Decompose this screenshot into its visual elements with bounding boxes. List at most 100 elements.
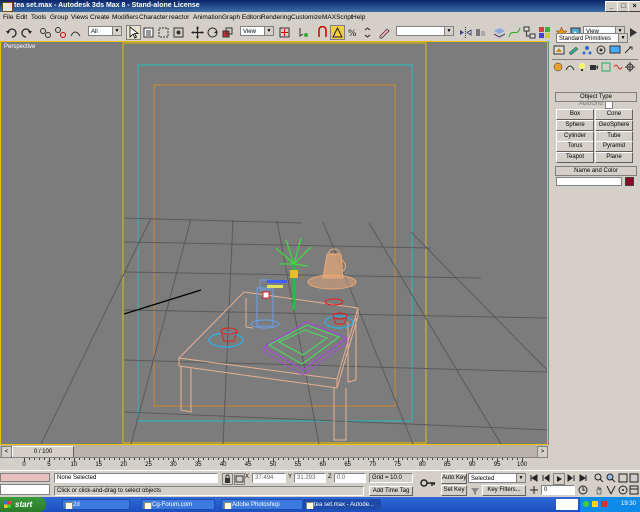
object-color-swatch[interactable] [625, 177, 634, 186]
menu-edit[interactable]: Edit [16, 13, 27, 22]
scale-icon[interactable] [220, 25, 235, 40]
selection-region-icon[interactable] [156, 25, 171, 40]
menu-customize[interactable]: Customize [291, 13, 322, 22]
menu-reactor[interactable]: reactor [169, 13, 189, 22]
pan-icon[interactable] [594, 485, 604, 495]
selection-filter-dropdown[interactable]: All ▼ [88, 26, 122, 36]
bind-space-warp-icon[interactable] [68, 25, 83, 40]
taskbar-item-photoshop[interactable]: Adobe Photoshop [221, 499, 303, 510]
time-slider[interactable]: < 0 / 100 > [0, 445, 548, 458]
current-frame-field[interactable]: 0 [541, 485, 575, 495]
next-frame-icon[interactable] [566, 473, 576, 483]
select-object-icon[interactable] [126, 25, 141, 40]
name-and-color-rollout-header[interactable]: Name and Color [555, 166, 637, 176]
layer-manager-icon[interactable] [492, 25, 507, 40]
taskbar-item-2d[interactable]: 2d [62, 499, 130, 510]
select-by-name-icon[interactable] [141, 25, 156, 40]
hierarchy-tab-icon[interactable] [581, 45, 593, 57]
torus-button[interactable]: Torus [556, 141, 594, 152]
track-bar[interactable]: 0 5 10 15 20 25 30 35 40 45 50 55 60 65 70 75 80 85 90 95 10… [0, 457, 548, 471]
undo-icon[interactable] [4, 25, 19, 40]
utilities-tab-icon[interactable] [623, 45, 635, 57]
lock-selection-icon[interactable] [222, 473, 233, 485]
unlink-icon[interactable] [53, 25, 68, 40]
add-time-tag-button[interactable]: Add Time Tag [369, 486, 413, 496]
start-button[interactable]: start [0, 497, 46, 512]
menu-modifiers[interactable]: Modifiers [112, 13, 138, 22]
viewport-label[interactable]: Perspective [4, 44, 35, 50]
object-name-input[interactable] [556, 177, 622, 186]
teapot-button[interactable]: Teapot [556, 152, 594, 163]
move-icon[interactable] [190, 25, 205, 40]
menu-tools[interactable]: Tools [31, 13, 46, 22]
key-mode-toggle-icon[interactable] [529, 485, 539, 495]
field-of-view-icon[interactable] [606, 485, 616, 495]
previous-frame-icon[interactable] [541, 473, 551, 483]
geosphere-button[interactable]: GeoSphere [595, 120, 633, 131]
spacewarps-category-icon[interactable] [613, 62, 623, 74]
arc-rotate-icon[interactable] [618, 485, 628, 495]
modify-tab-icon[interactable] [567, 45, 579, 57]
percent-snap-icon[interactable]: % [345, 25, 360, 40]
cone-button[interactable]: Cone [595, 109, 633, 120]
app-icon[interactable] [2, 2, 13, 12]
mirror-icon[interactable] [458, 25, 473, 40]
helpers-category-icon[interactable] [601, 62, 611, 74]
antivirus-tray-icon[interactable] [601, 501, 607, 507]
volume-tray-icon[interactable] [592, 501, 598, 507]
lights-category-icon[interactable] [577, 62, 587, 74]
named-selection-dropdown[interactable]: ▼ [396, 26, 454, 36]
close-button[interactable]: × [628, 1, 640, 12]
network-tray-icon[interactable] [583, 501, 589, 507]
shapes-category-icon[interactable] [565, 62, 575, 74]
menu-help[interactable]: Help [352, 13, 365, 22]
time-configuration-icon[interactable] [578, 485, 588, 495]
maxscript-input[interactable] [0, 484, 50, 495]
pyramid-button[interactable]: Pyramid [595, 141, 633, 152]
menu-maxscript[interactable]: MAXScript [322, 13, 353, 22]
taskbar-item-cg-forum[interactable]: Cg-Forum.com [141, 499, 215, 510]
sphere-button[interactable]: Sphere [556, 120, 594, 131]
menu-views[interactable]: Views [71, 13, 88, 22]
menu-animation[interactable]: Animation [193, 13, 222, 22]
zoom-icon[interactable] [594, 473, 604, 483]
angle-snap-icon[interactable] [330, 25, 345, 40]
maximize-viewport-icon[interactable] [629, 485, 639, 495]
systems-category-icon[interactable] [625, 62, 635, 74]
taskbar-item-3ds-max[interactable]: tea set.max - Autode... [303, 499, 381, 510]
rotate-icon[interactable] [205, 25, 220, 40]
curve-editor-icon[interactable] [507, 25, 522, 40]
auto-key-button[interactable]: Auto Key [441, 473, 467, 484]
perspective-viewport[interactable]: Perspective [0, 41, 548, 445]
autogrid-checkbox[interactable] [605, 101, 613, 109]
box-button[interactable]: Box [556, 109, 594, 120]
align-icon[interactable] [473, 25, 488, 40]
schematic-view-icon[interactable] [522, 25, 537, 40]
motion-tab-icon[interactable] [595, 45, 607, 57]
create-tab-icon[interactable] [553, 45, 565, 57]
window-crossing-icon[interactable] [171, 25, 186, 40]
go-to-start-icon[interactable] [529, 473, 539, 483]
set-key-button[interactable]: Set Key [441, 485, 467, 496]
key-filters-button[interactable]: Key Filters... [482, 485, 526, 496]
play-icon[interactable] [553, 473, 565, 485]
menu-group[interactable]: Group [50, 13, 68, 22]
snap-toggle-icon[interactable] [315, 25, 330, 40]
language-indicator-icon[interactable] [556, 499, 578, 510]
menu-character[interactable]: Character [139, 13, 168, 22]
spinner-snap-icon[interactable] [360, 25, 375, 40]
y-coordinate-field[interactable]: 31.293 [294, 473, 326, 483]
display-tab-icon[interactable] [609, 45, 621, 57]
zoom-extents-icon[interactable] [618, 473, 628, 483]
zoom-all-icon[interactable] [606, 473, 616, 483]
viewport-scene[interactable] [1, 42, 547, 444]
pivot-center-icon[interactable] [277, 25, 292, 40]
primitive-category-dropdown[interactable]: Standard Primitives ▼ [556, 33, 628, 43]
absolute-mode-icon[interactable] [234, 473, 245, 485]
menu-create[interactable]: Create [90, 13, 110, 22]
reference-coordinate-dropdown[interactable]: View ▼ [240, 26, 274, 36]
x-coordinate-field[interactable]: 37.494 [252, 473, 286, 483]
redo-icon[interactable] [19, 25, 34, 40]
select-and-link-icon[interactable] [38, 25, 53, 40]
zoom-extents-all-icon[interactable] [629, 473, 639, 483]
